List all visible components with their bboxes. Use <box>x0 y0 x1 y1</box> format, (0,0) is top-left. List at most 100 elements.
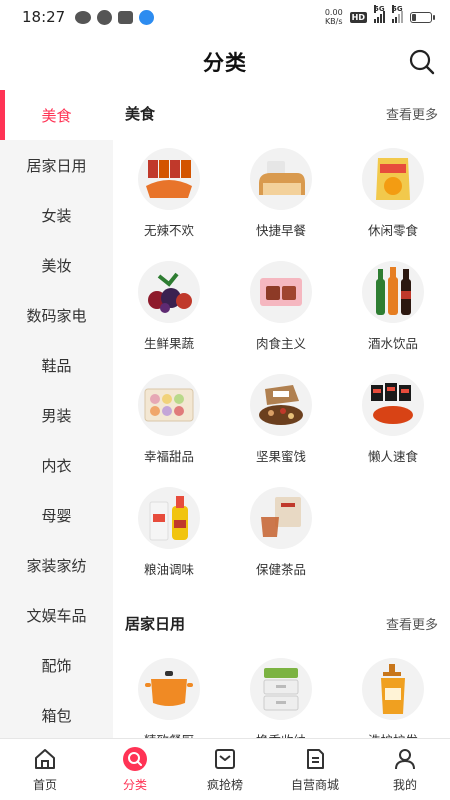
nav-item[interactable]: 分类 <box>90 739 180 800</box>
ranking-icon <box>212 746 238 772</box>
category-sidebar[interactable]: 美食居家日用女装美妆数码家电鞋品男装内衣母婴家装家纺文娱车品配饰箱包 <box>0 90 113 738</box>
search-button[interactable] <box>408 48 436 76</box>
sidebar-item[interactable]: 美食 <box>0 90 113 140</box>
nav-label: 首页 <box>32 778 57 792</box>
network-speed: 0.00 KB/s <box>325 8 343 26</box>
sidebar-item-label: 箱包 <box>41 706 72 725</box>
subcategory-item[interactable]: 生鲜果蔬 <box>113 249 225 362</box>
nuts-image <box>250 374 312 436</box>
nav-item[interactable]: 疯抢榜 <box>180 739 270 800</box>
sidebar-item-label: 内衣 <box>41 456 72 475</box>
sidebar-item[interactable]: 鞋品 <box>0 340 113 390</box>
subcategory-item[interactable]: 保健茶品 <box>225 475 337 588</box>
bottom-nav: 首页 分类 疯抢榜 自营商城 我的 <box>0 738 450 800</box>
subcategory-item[interactable]: 粮油调味 <box>113 475 225 588</box>
chips-image <box>362 148 424 210</box>
signal2-label: 5G <box>392 5 403 13</box>
shampoo-image <box>362 658 424 720</box>
section-title: 居家日用 <box>125 614 186 633</box>
subcategory-label: 懒人速食 <box>367 449 418 464</box>
system-indicators: 0.00 KB/s HD 5G 5G <box>325 5 435 26</box>
sidebar-item[interactable]: 配饰 <box>0 640 113 690</box>
app-notification-icon <box>97 9 113 25</box>
nav-item[interactable]: 我的 <box>360 739 450 800</box>
fruit-image <box>138 261 200 323</box>
sidebar-item-label: 家装家纺 <box>26 556 87 575</box>
subcategory-label: 坚果蜜饯 <box>255 449 306 464</box>
subcategory-item[interactable]: 休闲零食 <box>337 136 449 249</box>
sidebar-item[interactable]: 箱包 <box>0 690 113 738</box>
subcategory-grid: 无辣不欢 快捷早餐 休闲零食生鲜果蔬 肉食主义 酒水饮品幸福甜品 坚果蜜饯 懒人速食粮油调味… <box>113 136 450 588</box>
sidebar-item-label: 母婴 <box>41 506 72 525</box>
sidebar-item[interactable]: 内衣 <box>0 440 113 490</box>
browser-icon <box>139 9 155 25</box>
sidebar-item[interactable]: 美妆 <box>0 240 113 290</box>
section-title: 美食 <box>125 104 156 123</box>
subcategory-label: 快捷早餐 <box>255 223 306 238</box>
subcategory-label: 粮油调味 <box>143 562 194 577</box>
subcategory-label: 精致餐厨 <box>144 730 194 738</box>
signal1-label: 5G <box>374 5 385 13</box>
subcategory-label: 酒水饮品 <box>367 336 418 351</box>
signal-icon: 5G <box>374 5 385 23</box>
battery-level <box>412 13 417 21</box>
sidebar-item-label: 居家日用 <box>26 156 87 175</box>
macaron-image <box>138 374 200 436</box>
sidebar-item-label: 女装 <box>41 206 72 225</box>
sidebar-item-label: 男装 <box>41 406 72 425</box>
subcategory-label: 生鲜果蔬 <box>143 336 194 351</box>
subcategory-label: 无辣不欢 <box>143 223 194 238</box>
subcategory-item[interactable]: 快捷早餐 <box>225 136 337 249</box>
sidebar-item-label: 配饰 <box>41 656 72 675</box>
bread-image <box>250 148 312 210</box>
subcategory-label: 幸福甜品 <box>143 449 194 464</box>
subcategory-item[interactable]: 精致餐厨 <box>113 646 225 738</box>
subcategory-item[interactable]: 换季收纳 <box>225 646 337 738</box>
category-search-icon <box>122 746 148 772</box>
nav-item[interactable]: 首页 <box>0 739 90 800</box>
sidebar-item[interactable]: 家装家纺 <box>0 540 113 590</box>
status-bar: 18:27 0.00 KB/s HD 5G 5G <box>0 0 450 34</box>
notification-icons <box>75 9 155 25</box>
subcategory-item[interactable]: 幸福甜品 <box>113 362 225 475</box>
storage-image <box>250 658 312 720</box>
see-more-link[interactable]: 查看更多 <box>386 614 438 633</box>
sidebar-item-label: 文娱车品 <box>26 606 87 625</box>
sidebar-item-label: 美妆 <box>41 256 72 275</box>
instant-noodle-image <box>362 374 424 436</box>
see-more-link[interactable]: 查看更多 <box>386 104 438 123</box>
sidebar-item[interactable]: 女装 <box>0 190 113 240</box>
category-content[interactable]: 美食 查看更多 无辣不欢 快捷早餐 休闲零食 生鲜果蔬 肉食主义 酒水饮品 幸福甜品 坚果蜜饯 懒人… <box>113 90 450 738</box>
rice-oil-image <box>138 487 200 549</box>
nav-label: 我的 <box>392 778 417 792</box>
signal-icon-2: 5G <box>392 5 403 23</box>
drinks-image <box>362 261 424 323</box>
sidebar-item[interactable]: 母婴 <box>0 490 113 540</box>
sidebar-item-label: 数码家电 <box>26 306 87 325</box>
subcategory-item[interactable]: 无辣不欢 <box>113 136 225 249</box>
page-title: 分类 <box>203 51 247 75</box>
subcategory-item[interactable]: 坚果蜜饯 <box>225 362 337 475</box>
section-header: 居家日用 查看更多 <box>113 600 450 646</box>
header: 分类 <box>0 34 450 90</box>
subcategory-item[interactable]: 懒人速食 <box>337 362 449 475</box>
spicy-snack-image <box>138 148 200 210</box>
sidebar-item[interactable]: 文娱车品 <box>0 590 113 640</box>
sidebar-item[interactable]: 数码家电 <box>0 290 113 340</box>
nav-label: 自营商城 <box>290 778 339 792</box>
subcategory-item[interactable]: 肉食主义 <box>225 249 337 362</box>
subcategory-item[interactable]: 洗护护发 <box>337 646 449 738</box>
subcategory-item[interactable]: 酒水饮品 <box>337 249 449 362</box>
sidebar-item[interactable]: 男装 <box>0 390 113 440</box>
subcategory-grid: 精致餐厨 换季收纳 洗护护发 <box>113 646 450 738</box>
net-speed-value: 0.00 <box>324 8 343 17</box>
subcategory-label: 保健茶品 <box>255 562 306 577</box>
subcategory-label: 换季收纳 <box>256 730 306 738</box>
nav-item[interactable]: 自营商城 <box>270 739 360 800</box>
subcategory-label: 肉食主义 <box>255 336 306 351</box>
battery-icon <box>410 11 435 23</box>
mall-icon <box>302 746 328 772</box>
sidebar-item[interactable]: 居家日用 <box>0 140 113 190</box>
cookware-image <box>138 658 200 720</box>
